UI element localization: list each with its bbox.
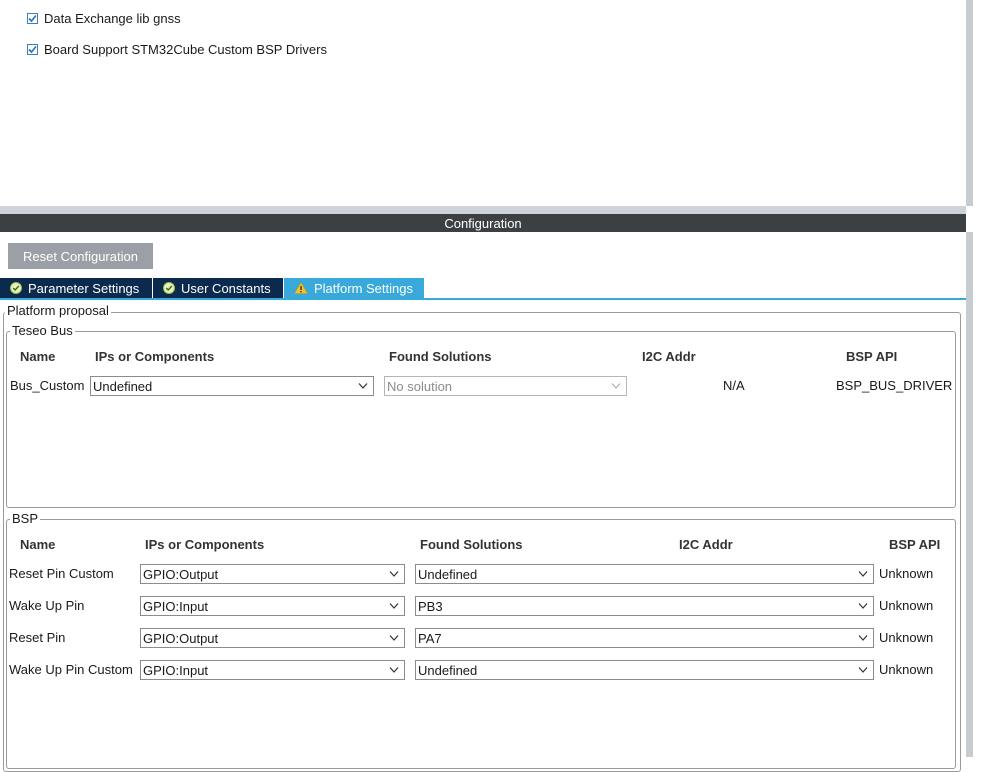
- teseo-bus-legend: Teseo Bus: [10, 323, 75, 338]
- select-value: GPIO:Output: [143, 566, 219, 582]
- ips-select[interactable]: Undefined: [90, 376, 374, 396]
- chevron-down-icon: [611, 383, 621, 389]
- select-value: PA7: [418, 630, 442, 646]
- tab-label: Platform Settings: [314, 280, 413, 296]
- select-value: PB3: [418, 598, 443, 614]
- row-name: Reset Pin: [9, 630, 66, 645]
- column-header-name: Name: [20, 537, 56, 552]
- vertical-scrollbar-bottom[interactable]: [966, 232, 973, 757]
- found-solutions-select[interactable]: Undefined: [415, 564, 874, 584]
- bsp-api-value: Unknown: [879, 662, 934, 677]
- component-row-bsp-drivers[interactable]: Board Support STM32Cube Custom BSP Drive…: [27, 41, 327, 57]
- chevron-down-icon: [358, 383, 368, 389]
- column-header-ips: IPs or Components: [145, 537, 265, 552]
- select-value: GPIO:Input: [143, 598, 209, 614]
- column-header-ips: IPs or Components: [95, 349, 215, 364]
- column-header-bsp-api: BSP API: [889, 537, 941, 552]
- column-header-found-solutions: Found Solutions: [389, 349, 492, 364]
- bsp-legend: BSP: [10, 511, 41, 526]
- found-solutions-select[interactable]: PB3: [415, 596, 874, 616]
- chevron-down-icon: [858, 667, 868, 673]
- select-value: Undefined: [93, 378, 153, 394]
- vertical-scrollbar-top[interactable]: [966, 0, 973, 206]
- column-header-i2c-addr: I2C Addr: [679, 537, 733, 552]
- ips-select[interactable]: GPIO:Output: [140, 628, 405, 648]
- tab-underline: [0, 298, 966, 300]
- component-row-gnss[interactable]: Data Exchange lib gnss: [27, 10, 181, 26]
- select-value: GPIO:Output: [143, 630, 219, 646]
- bsp-api-value: Unknown: [879, 566, 934, 581]
- select-value: Undefined: [418, 566, 478, 582]
- checkbox-checked-icon[interactable]: [27, 43, 38, 55]
- check-circle-icon: [10, 282, 22, 294]
- chevron-down-icon: [389, 667, 399, 673]
- row-name: Bus_Custom: [10, 378, 85, 393]
- bsp-api-value: Unknown: [879, 630, 934, 645]
- bsp-api-value: BSP_BUS_DRIVER: [836, 378, 953, 393]
- found-solutions-select[interactable]: No solution: [384, 376, 627, 396]
- check-circle-icon: [163, 282, 175, 294]
- configuration-title: Configuration: [444, 215, 522, 231]
- ips-select[interactable]: GPIO:Input: [140, 660, 405, 680]
- warning-icon: [294, 282, 308, 294]
- row-name: Wake Up Pin: [9, 598, 85, 613]
- chevron-down-icon: [389, 603, 399, 609]
- reset-configuration-button[interactable]: Reset Configuration: [8, 243, 153, 269]
- component-label: Data Exchange lib gnss: [44, 10, 181, 26]
- column-header-i2c-addr: I2C Addr: [642, 349, 696, 364]
- ips-select[interactable]: GPIO:Input: [140, 596, 405, 616]
- tab-user-constants[interactable]: User Constants: [153, 278, 283, 298]
- configuration-header: Configuration: [0, 214, 966, 232]
- component-label: Board Support STM32Cube Custom BSP Drive…: [44, 41, 327, 57]
- ips-select[interactable]: GPIO:Output: [140, 564, 405, 584]
- bsp-api-value: Unknown: [879, 598, 934, 613]
- tab-label: User Constants: [181, 280, 271, 296]
- select-value: Undefined: [418, 662, 478, 678]
- chevron-down-icon: [389, 635, 399, 641]
- select-value: No solution: [387, 378, 453, 394]
- i2c-addr-value: N/A: [723, 378, 745, 393]
- row-name: Reset Pin Custom: [9, 566, 114, 581]
- tab-label: Parameter Settings: [28, 280, 140, 296]
- chevron-down-icon: [389, 571, 399, 577]
- select-value: GPIO:Input: [143, 662, 209, 678]
- chevron-down-icon: [858, 571, 868, 577]
- chevron-down-icon: [858, 603, 868, 609]
- tab-parameter-settings[interactable]: Parameter Settings: [0, 278, 152, 298]
- row-name: Wake Up Pin Custom: [9, 662, 133, 677]
- chevron-down-icon: [858, 635, 868, 641]
- panel-splitter[interactable]: [0, 206, 966, 214]
- column-header-found-solutions: Found Solutions: [420, 537, 523, 552]
- column-header-name: Name: [20, 349, 56, 364]
- found-solutions-select[interactable]: PA7: [415, 628, 874, 648]
- column-header-bsp-api: BSP API: [846, 349, 898, 364]
- found-solutions-select[interactable]: Undefined: [415, 660, 874, 680]
- platform-proposal-legend: Platform proposal: [5, 303, 111, 318]
- tab-platform-settings[interactable]: Platform Settings: [284, 278, 424, 298]
- checkbox-checked-icon[interactable]: [27, 12, 38, 24]
